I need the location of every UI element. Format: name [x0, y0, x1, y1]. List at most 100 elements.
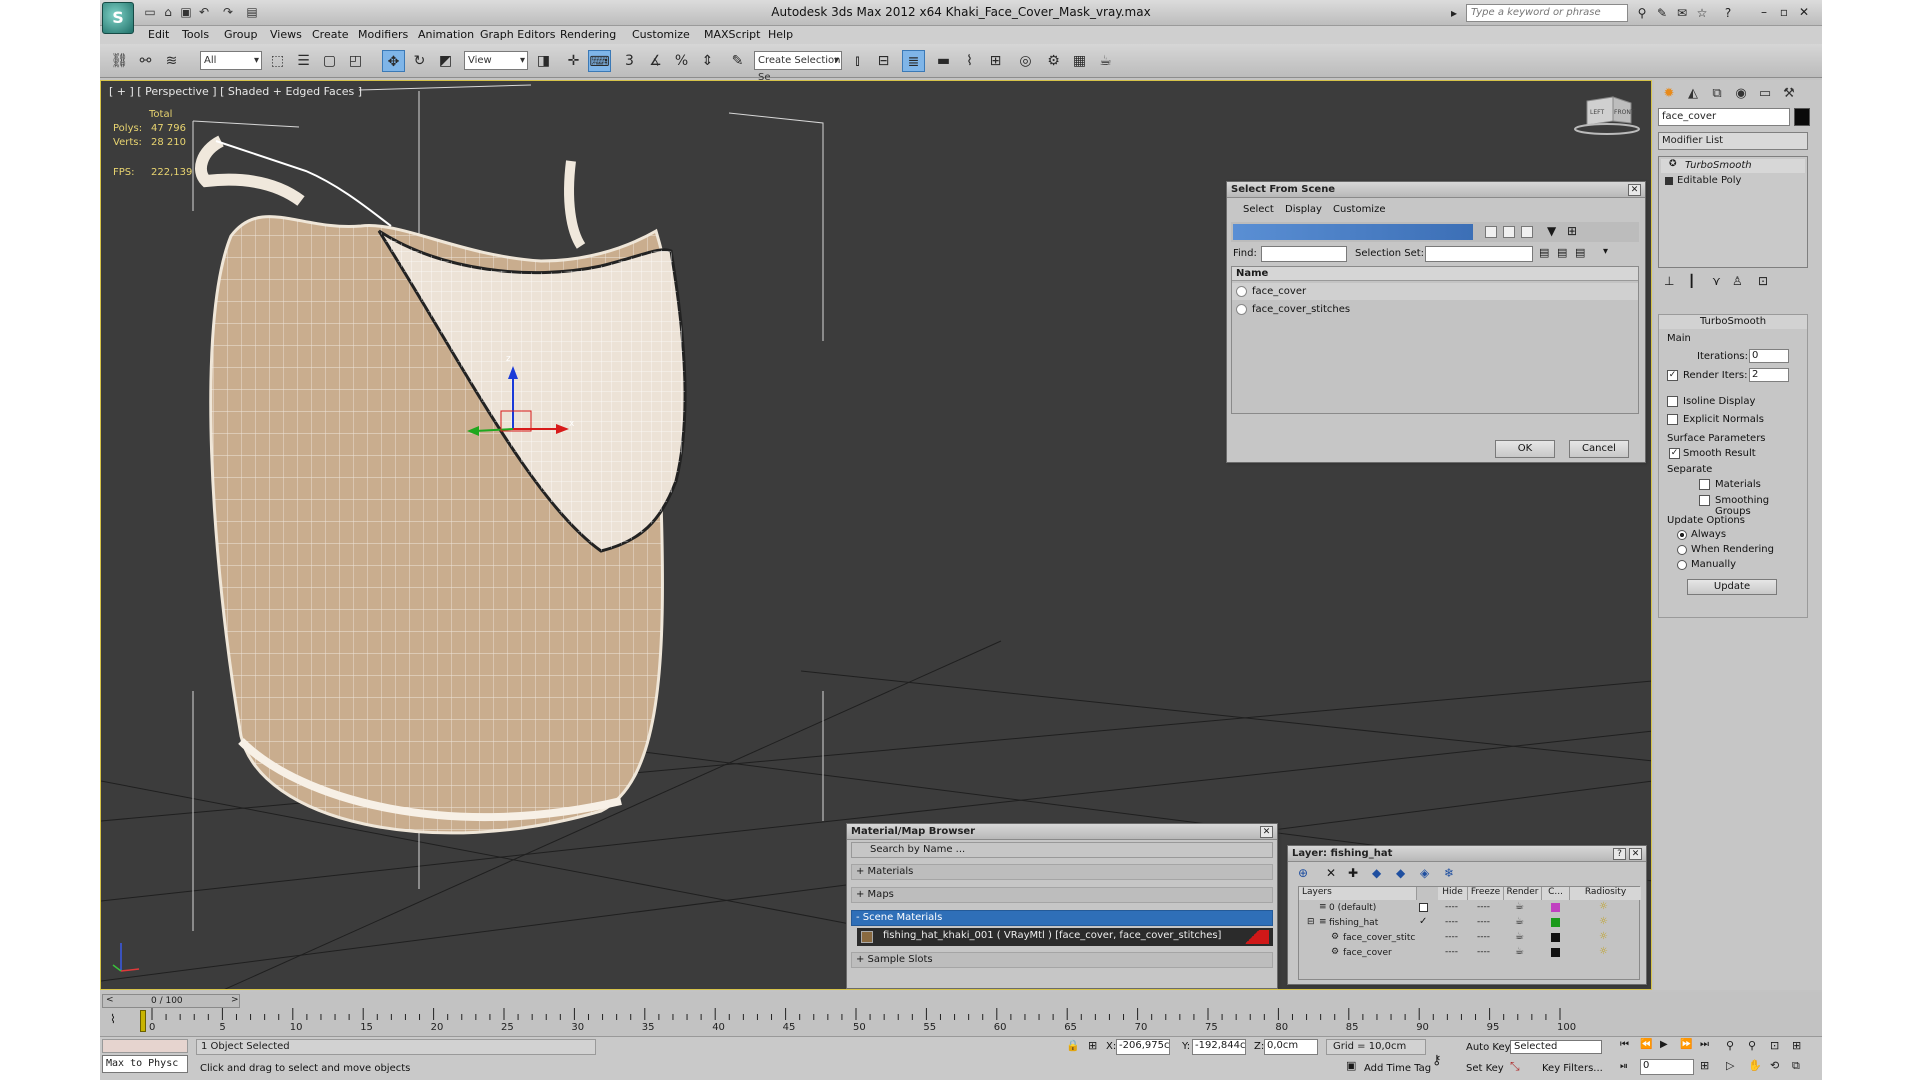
menu-create[interactable]: Create	[312, 28, 349, 41]
freeze-cell[interactable]: ----	[1477, 917, 1490, 927]
menu-animation[interactable]: Animation	[418, 28, 474, 41]
hierarchy-tab-icon[interactable]: ⧉	[1706, 84, 1728, 104]
favorites-star-icon[interactable]: ☆	[1694, 5, 1710, 21]
menu-modifiers[interactable]: Modifiers	[358, 28, 408, 41]
remove-selection-set-icon[interactable]: ▤	[1557, 246, 1567, 259]
menu-rendering[interactable]: Rendering	[560, 28, 616, 41]
object-name-field[interactable]: face_cover	[1658, 108, 1790, 126]
section-scene-materials[interactable]: - Scene Materials	[851, 910, 1273, 926]
mirror-icon[interactable]: ⫾	[846, 50, 869, 72]
options-chevron-icon[interactable]: ▾	[1603, 246, 1608, 257]
current-frame-field[interactable]: 0	[1640, 1059, 1694, 1075]
radiosity-icon[interactable]: ☼	[1599, 901, 1608, 912]
layer-dialog-help-icon[interactable]: ?	[1613, 848, 1626, 860]
col-freeze[interactable]: Freeze	[1468, 887, 1504, 900]
filter-funnel-icon[interactable]: ▼	[1547, 224, 1556, 238]
prev-key-icon[interactable]: ⏪	[1640, 1039, 1652, 1050]
select-object-icon[interactable]: ⬚	[266, 50, 289, 72]
edit-named-selection-icon[interactable]: ✎	[726, 50, 749, 72]
menu-group[interactable]: Group	[224, 28, 258, 41]
manually-radio[interactable]	[1677, 560, 1687, 570]
layer-color-swatch[interactable]	[1551, 933, 1560, 942]
y-coord-field[interactable]: -192,844c	[1192, 1039, 1246, 1055]
update-button[interactable]: Update	[1687, 579, 1777, 595]
remove-modifier-icon[interactable]: ♙	[1732, 274, 1743, 288]
explicit-normals-checkbox[interactable]	[1667, 414, 1678, 425]
perspective-viewport[interactable]: [ + ] [ Perspective ] [ Shaded + Edged F…	[100, 80, 1652, 990]
maxscript-listener-input[interactable]: Max to Physc	[102, 1055, 188, 1073]
freeze-cell[interactable]: ----	[1477, 932, 1490, 942]
menu-customize[interactable]: Customize	[632, 28, 690, 41]
current-layer-checkmark-icon[interactable]: ✓	[1419, 916, 1427, 927]
zoom-extents-all-icon[interactable]: ⊞	[1792, 1039, 1801, 1052]
menu-edit[interactable]: Edit	[148, 28, 169, 41]
select-none-icon[interactable]	[1503, 226, 1515, 238]
key-mode-toggle-icon[interactable]: ⏯	[1620, 1061, 1628, 1072]
list-item[interactable]: face_cover	[1232, 283, 1638, 300]
schematic-view-icon[interactable]: ⊞	[984, 50, 1007, 72]
field-of-view-icon[interactable]: ▷	[1726, 1059, 1734, 1072]
light-bulb-icon[interactable]: ✪	[1669, 159, 1677, 169]
menu-help[interactable]: Help	[768, 28, 793, 41]
curve-editor-icon[interactable]: ⌇	[958, 50, 981, 72]
select-and-manipulate-icon[interactable]: ✛	[562, 50, 585, 72]
motion-tab-icon[interactable]: ◉	[1730, 84, 1752, 104]
radiosity-icon[interactable]: ☼	[1599, 946, 1608, 957]
set-keys-icon[interactable]: ⤡	[1510, 1059, 1520, 1074]
create-new-layer-icon[interactable]: ⊕	[1298, 866, 1308, 880]
set-key-button[interactable]: Set Key	[1466, 1063, 1504, 1074]
display-tab-icon[interactable]: ▭	[1754, 84, 1776, 104]
rectangular-selection-icon[interactable]: ▢	[318, 50, 341, 72]
teapot-render-icon[interactable]: ☕	[1515, 916, 1524, 927]
smooth-result-checkbox[interactable]: ✓	[1669, 448, 1680, 459]
zoom-icon[interactable]: ⚲	[1726, 1039, 1734, 1052]
search-arrow-icon[interactable]: ▸	[1446, 5, 1462, 21]
find-input[interactable]	[1261, 246, 1347, 262]
graphite-modeling-tools-icon[interactable]: ▬	[932, 50, 955, 72]
menu-graph-editors[interactable]: Graph Editors	[480, 28, 556, 41]
menu-maxscript[interactable]: MAXScript	[704, 28, 760, 41]
materials-checkbox[interactable]	[1699, 479, 1710, 490]
reference-coordinate-dropdown[interactable]: View	[464, 51, 528, 70]
pin-stack-icon[interactable]: ⊥	[1664, 274, 1674, 288]
percent-snap-icon[interactable]: %	[670, 50, 693, 72]
minimize-icon[interactable]: –	[1754, 3, 1774, 21]
select-tab-customize[interactable]: Customize	[1333, 204, 1386, 215]
viewport-label[interactable]: [ + ] [ Perspective ] [ Shaded + Edged F…	[109, 85, 362, 98]
viewcube-front-face[interactable]: FRONT	[1614, 109, 1635, 116]
maximize-icon[interactable]: ▫	[1774, 3, 1794, 21]
freeze-cell[interactable]: ----	[1477, 947, 1490, 957]
subscription-icon[interactable]: ✎	[1654, 5, 1670, 21]
select-and-link-icon[interactable]: ⛓	[108, 50, 131, 72]
col-radiosity[interactable]: Radiosity	[1570, 887, 1641, 900]
select-all-icon[interactable]	[1485, 226, 1497, 238]
goto-end-icon[interactable]: ⏭	[1700, 1039, 1709, 1050]
select-and-rotate-icon[interactable]: ↻	[408, 50, 431, 72]
when-rendering-radio[interactable]	[1677, 545, 1687, 555]
snaps-toggle-icon[interactable]: 3	[618, 50, 641, 72]
spinner-snap-icon[interactable]: ⇕	[696, 50, 719, 72]
select-tab-display[interactable]: Display	[1285, 204, 1322, 215]
section-materials[interactable]: + Materials	[851, 864, 1273, 880]
column-header-name[interactable]: Name	[1232, 267, 1638, 281]
window-crossing-icon[interactable]: ◰	[344, 50, 367, 72]
layer-manager-icon[interactable]: ≣	[902, 50, 925, 72]
material-item[interactable]: fishing_hat_khaki_001 ( VRayMtl ) [face_…	[857, 928, 1273, 946]
current-layer-checkbox[interactable]	[1419, 903, 1428, 912]
absolute-mode-icon[interactable]: ⊞	[1088, 1039, 1097, 1052]
stack-item-editable-poly[interactable]: Editable Poly	[1661, 174, 1805, 188]
bind-space-warp-icon[interactable]: ≋	[160, 50, 183, 72]
render-production-icon[interactable]: ☕	[1094, 50, 1117, 72]
teapot-render-icon[interactable]: ☕	[1515, 946, 1524, 957]
binoculars-icon[interactable]: ⚲	[1634, 5, 1650, 21]
use-pivot-point-icon[interactable]: ◨	[532, 50, 555, 72]
next-key-icon[interactable]: ⏩	[1680, 1039, 1692, 1050]
render-setup-icon[interactable]: ⚙	[1042, 50, 1065, 72]
hierarchy-icon[interactable]: ⊞	[1567, 224, 1577, 238]
utilities-tab-icon[interactable]: ⚒	[1778, 84, 1800, 104]
freeze-cell[interactable]: ----	[1477, 902, 1490, 912]
select-by-name-icon[interactable]: ☰	[292, 50, 315, 72]
render-iters-checkbox[interactable]: ✓	[1667, 370, 1678, 381]
col-color[interactable]: C...	[1542, 887, 1570, 900]
stack-item-turbosmooth[interactable]: ✪ TurboSmooth	[1661, 159, 1805, 173]
